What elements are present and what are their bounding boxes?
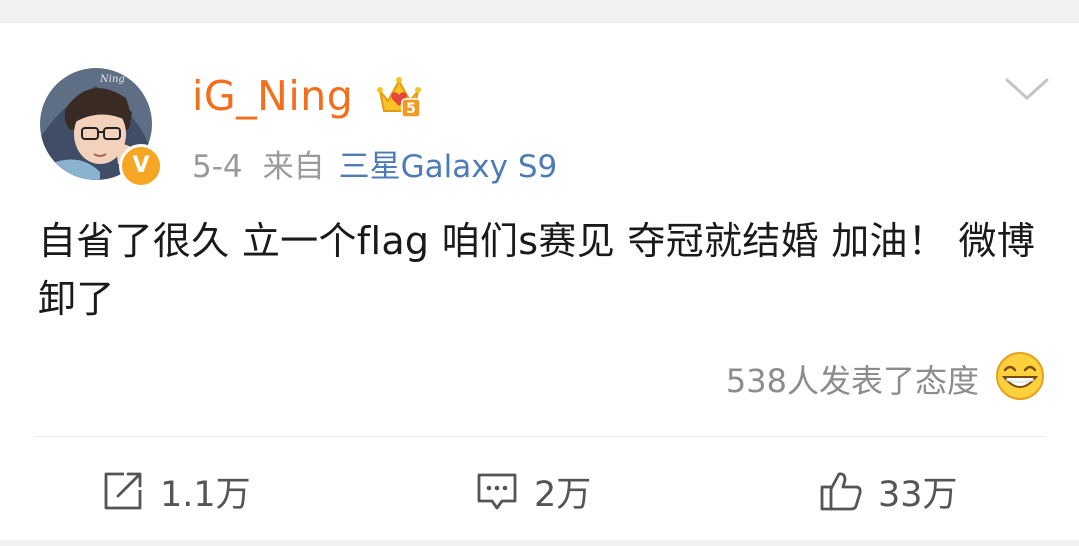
repost-icon: [104, 472, 142, 510]
like-count: 33万: [878, 474, 958, 515]
top-separator: [0, 0, 1079, 23]
source-device-link[interactable]: 三星Galaxy S9: [339, 149, 558, 185]
bottom-separator: [0, 540, 1079, 546]
actions-divider: [36, 436, 1044, 437]
chevron-down-icon[interactable]: [1004, 76, 1050, 104]
svg-text:Ning: Ning: [99, 74, 125, 85]
thumbs-up-icon: [820, 472, 862, 511]
source-label: 来自: [262, 149, 325, 185]
comment-count: 2万: [534, 474, 592, 515]
repost-count: 1.1万: [160, 474, 251, 515]
comment-icon: [477, 473, 517, 510]
post-date: 5-4: [192, 149, 243, 185]
attitude-count[interactable]: 538人发表了态度: [726, 356, 979, 402]
vip-level-text: 5: [406, 101, 416, 117]
author-avatar[interactable]: Ning V: [40, 68, 163, 188]
laughing-emoji-icon[interactable]: [995, 351, 1045, 401]
author-name[interactable]: iG_Ning: [192, 72, 353, 120]
like-button[interactable]: 33万: [818, 466, 958, 516]
repost-button[interactable]: 1.1万: [100, 466, 251, 516]
verified-v-icon: V: [119, 144, 163, 188]
post-meta: 5-4 来自 三星Galaxy S9: [192, 141, 557, 186]
crown-vip-icon[interactable]: 5: [376, 73, 422, 119]
post-content: 自省了很久 立一个flag 咱们s赛见 夺冠就结婚 加油！ 微博卸了: [38, 219, 1036, 321]
comment-button[interactable]: 2万: [474, 466, 591, 516]
